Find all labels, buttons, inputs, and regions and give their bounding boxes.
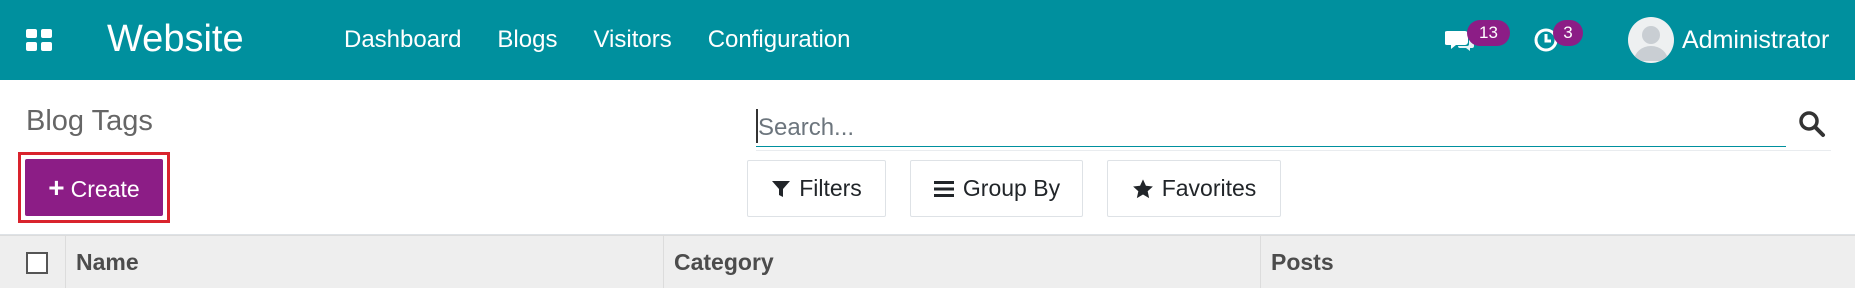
filters-label: Filters	[799, 175, 862, 201]
user-silhouette-icon	[1634, 26, 1668, 61]
top-navbar: Website Dashboard Blogs Visitors Configu…	[0, 0, 1855, 80]
messages-menu[interactable]: 13	[1440, 0, 1510, 80]
control-panel: Blog Tags +Create Filters Group By Favor…	[0, 80, 1855, 235]
apps-menu-icon[interactable]	[24, 28, 52, 52]
menu-item-dashboard[interactable]: Dashboard	[344, 25, 461, 55]
avatar	[1628, 17, 1674, 63]
column-header-category[interactable]: Category	[664, 236, 1261, 288]
group-by-label: Group By	[962, 175, 1061, 201]
user-name: Administrator	[1682, 25, 1830, 54]
column-header-name[interactable]: Name	[66, 236, 664, 288]
column-header-posts[interactable]: Posts	[1261, 236, 1855, 288]
plus-icon: +	[48, 172, 65, 203]
activities-count-badge: 3	[1553, 20, 1583, 46]
search-divider	[756, 150, 1831, 151]
menu-item-configuration[interactable]: Configuration	[708, 25, 851, 55]
select-all-cell	[0, 236, 66, 288]
favorites-label: Favorites	[1161, 175, 1257, 201]
table-header: Name Category Posts	[0, 235, 1855, 288]
create-button[interactable]: + Create	[25, 159, 163, 216]
group-by-button[interactable]: Group By	[910, 160, 1083, 217]
app-name[interactable]: Website	[107, 18, 244, 60]
bars-icon	[933, 180, 954, 197]
activities-menu[interactable]: 3	[1530, 0, 1586, 80]
user-menu[interactable]: Administrator	[1628, 14, 1829, 66]
messages-count-badge: 13	[1467, 20, 1510, 46]
create-button-label: Create	[70, 176, 140, 202]
search-icon[interactable]	[1798, 110, 1826, 138]
filters-button[interactable]: Filters	[747, 160, 886, 217]
select-all-checkbox[interactable]	[26, 252, 48, 274]
menu-item-visitors[interactable]: Visitors	[593, 25, 671, 55]
favorites-button[interactable]: Favorites	[1107, 160, 1281, 217]
breadcrumb: Blog Tags	[26, 105, 153, 137]
funnel-icon	[772, 180, 791, 197]
menu-item-blogs[interactable]: Blogs	[497, 25, 557, 55]
search-input[interactable]	[758, 113, 1658, 143]
main-menu: Dashboard Blogs Visitors Configuration	[344, 25, 886, 55]
star-icon	[1132, 178, 1153, 198]
search-bar	[756, 107, 1786, 147]
